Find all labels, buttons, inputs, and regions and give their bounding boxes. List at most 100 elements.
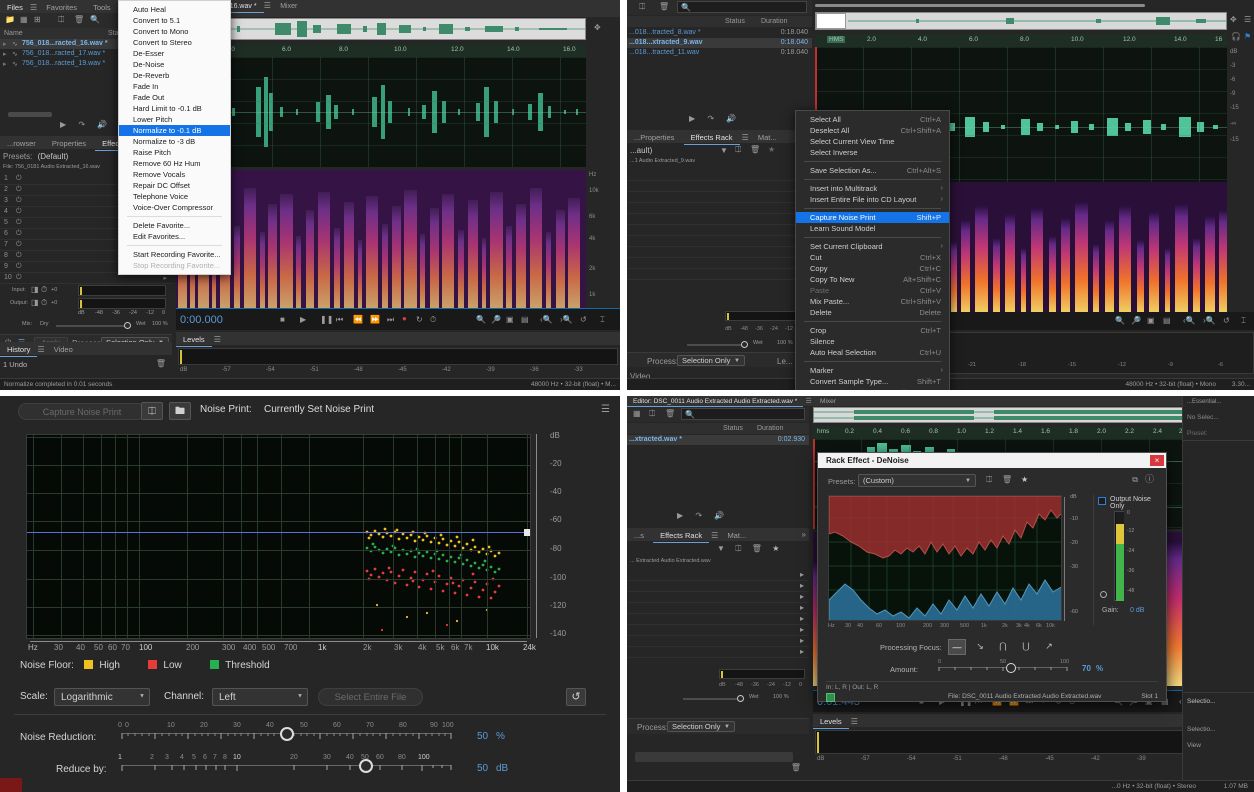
time-ruler[interactable]: HMS 2.0 4.0 6.0 8.0 10.0 12.0 14.0 16	[815, 34, 1227, 47]
threshold-line[interactable]	[27, 532, 530, 533]
tab-match[interactable]: Mat...	[751, 130, 784, 144]
power-icon[interactable]: ⏻	[16, 219, 22, 227]
noise-reduction-value[interactable]: 50	[477, 731, 488, 742]
menu-item-insert-into-multitrack[interactable]: Insert into Multitrack ›	[796, 183, 949, 194]
effect-slot[interactable]: ▸	[627, 258, 812, 269]
presets-value[interactable]: ...ault)	[630, 146, 652, 155]
favorite-star-icon[interactable]: ★	[1021, 476, 1028, 484]
menu-item-telephone-voice[interactable]: Telephone Voice	[119, 191, 230, 202]
mixer-tab[interactable]: Mixer	[814, 397, 842, 406]
menu-item-normalize-3[interactable]: Normalize to -3 dB	[119, 136, 230, 147]
reset-icon[interactable]: ↺	[566, 688, 586, 706]
export-icon[interactable]: ⎅	[649, 410, 655, 418]
zoom-amp-icon[interactable]: ⌶	[1241, 317, 1246, 325]
list-item[interactable]: ...018...tracted_8.wav * 0:18.040	[627, 28, 812, 38]
menu-item-fade-out[interactable]: Fade Out	[119, 92, 230, 103]
zoom-out-icon[interactable]: 🔎	[491, 316, 501, 324]
marker-icon[interactable]: ⚑	[1244, 33, 1251, 41]
play-icon[interactable]: ▶	[300, 316, 306, 324]
chevron-right-icon[interactable]: ▸	[800, 626, 804, 634]
power-icon[interactable]: ⏻	[16, 208, 22, 216]
mix-slider-knob[interactable]	[741, 341, 748, 348]
column-status[interactable]: Status	[725, 18, 745, 25]
mix-value[interactable]: 100 %	[773, 694, 789, 700]
delete-icon[interactable]: 🗑	[659, 3, 669, 11]
noise-print-chart[interactable]	[26, 434, 531, 639]
column-name[interactable]: Name	[4, 30, 23, 37]
delete-preset-icon[interactable]: 🗑	[752, 545, 762, 553]
process-select[interactable]: Selection Only ▼	[677, 355, 745, 366]
noise-reduction-slider[interactable]: 0 0 10 20 30 40 50 60 70 80 90 100	[118, 722, 454, 744]
scroll-overview-track[interactable]	[815, 4, 1215, 8]
chevron-right-icon[interactable]: ▸	[163, 274, 167, 282]
zoom-reset-icon[interactable]: ↺	[580, 316, 587, 324]
delete-icon[interactable]: 🗑	[791, 764, 801, 772]
mini-scrollbar[interactable]	[8, 112, 52, 117]
headphone-icon[interactable]: 🎧	[1231, 33, 1241, 41]
amount-slider[interactable]: 0 50 100	[938, 659, 1069, 677]
favorites-menu[interactable]: Auto Heal Convert to 5.1 Convert to Mono…	[118, 0, 231, 275]
zoom-sel-icon[interactable]: ▣	[1147, 317, 1155, 325]
zoom-out-time-icon[interactable]: ›🔍	[1203, 317, 1216, 325]
power-icon[interactable]: ⏻	[16, 175, 22, 183]
effect-slot[interactable]: ▸	[627, 236, 812, 247]
zoom-reset-icon[interactable]: ↺	[1223, 317, 1230, 325]
overview-waveform[interactable]	[815, 12, 1227, 30]
reduce-by-slider[interactable]: 1 2 3 4 5 6 7 8 10 20 30 40 50 60 80 100	[118, 754, 453, 776]
save-preset-icon[interactable]: ⎅	[735, 146, 741, 154]
overview-waveform[interactable]	[176, 18, 586, 40]
panel-menu-icon[interactable]: ☰	[214, 336, 221, 344]
levels-tab[interactable]: Levels	[813, 714, 849, 729]
process-select[interactable]: Selection Only ▼	[667, 721, 735, 732]
menu-item-select-all[interactable]: Select All Ctrl+A	[796, 114, 949, 125]
overview-zoom-icon[interactable]: ✥	[594, 24, 601, 32]
editor-tab[interactable]: Editor: DSC_0011 Audio Extracted Audio E…	[627, 397, 804, 407]
reduce-by-value[interactable]: 50	[477, 763, 488, 774]
tab-tools[interactable]: Tools	[86, 0, 118, 14]
overview-waveform[interactable]	[813, 407, 1213, 423]
dialog-titlebar[interactable]: Rack Effect - DeNoise ×	[818, 453, 1166, 468]
menu-item-learn-sound-model[interactable]: Learn Sound Model	[796, 223, 949, 234]
power-icon[interactable]: ⏻	[16, 186, 22, 194]
info-icon[interactable]: ⓘ	[1145, 475, 1154, 484]
power-icon[interactable]: ⏻	[16, 197, 22, 205]
loop-icon[interactable]: ↷	[78, 121, 85, 129]
chevron-right-icon[interactable]: ▸	[800, 615, 804, 623]
effect-slot[interactable]: ▸	[627, 181, 812, 192]
menu-item-mix-paste[interactable]: Mix Paste... Ctrl+Shift+V	[796, 296, 949, 307]
save-preset-icon[interactable]: ⎅	[735, 545, 741, 553]
tab-properties[interactable]: ...Properties	[627, 130, 681, 144]
play-icon[interactable]: ▶	[60, 121, 66, 129]
menu-item-edit-favorites[interactable]: Edit Favorites...	[119, 231, 230, 242]
search-input[interactable]: 🔍	[681, 408, 805, 420]
chevron-right-icon[interactable]: ▸	[800, 604, 804, 612]
effect-slot[interactable]: ▸	[627, 247, 812, 258]
stop-icon[interactable]: ■	[280, 316, 285, 324]
focus-falling-button[interactable]: ↘	[971, 639, 989, 655]
menu-item-deselect-all[interactable]: Deselect All Ctrl+Shift+A	[796, 125, 949, 136]
menu-item-select-inverse[interactable]: Select Inverse	[796, 147, 949, 158]
skip-end-icon[interactable]: ⏭	[387, 316, 394, 324]
effect-slot[interactable]: ▸	[627, 647, 809, 658]
monitor-icon[interactable]: ⏱	[430, 316, 436, 324]
menu-item-de-esser[interactable]: De-Esser	[119, 48, 230, 59]
zoom-out-icon[interactable]: 🔎	[1131, 317, 1141, 325]
panel-menu-icon[interactable]: ☰	[806, 398, 812, 405]
panel-menu-icon[interactable]: ☰	[37, 346, 44, 354]
menu-item-fade-in[interactable]: Fade In	[119, 81, 230, 92]
volume-icon[interactable]: 🔊	[714, 512, 724, 520]
menu-item-auto-heal-selection[interactable]: Auto Heal Selection Ctrl+U	[796, 347, 949, 358]
menu-item-marker[interactable]: Marker ›	[796, 365, 949, 376]
loop-icon[interactable]: ↻	[416, 316, 423, 324]
search-input[interactable]: 🔍	[677, 1, 807, 13]
save-icon[interactable]: ⎅	[141, 402, 163, 420]
menu-item-set-current-clipboard[interactable]: Set Current Clipboard ›	[796, 241, 949, 252]
export-icon[interactable]: ⎅	[639, 3, 645, 11]
tab-effects-rack[interactable]: Effects Rack	[653, 528, 710, 543]
menu-item-copy-to-new[interactable]: Copy To New Alt+Shift+C	[796, 274, 949, 285]
effect-slot[interactable]: ▸	[627, 614, 809, 625]
tab-effects-rack[interactable]: Effects Rack	[683, 130, 740, 145]
panel-menu-icon[interactable]: ☰	[711, 532, 718, 540]
effect-slot[interactable]: ▸	[627, 636, 809, 647]
import-icon[interactable]: ▦	[20, 16, 28, 24]
